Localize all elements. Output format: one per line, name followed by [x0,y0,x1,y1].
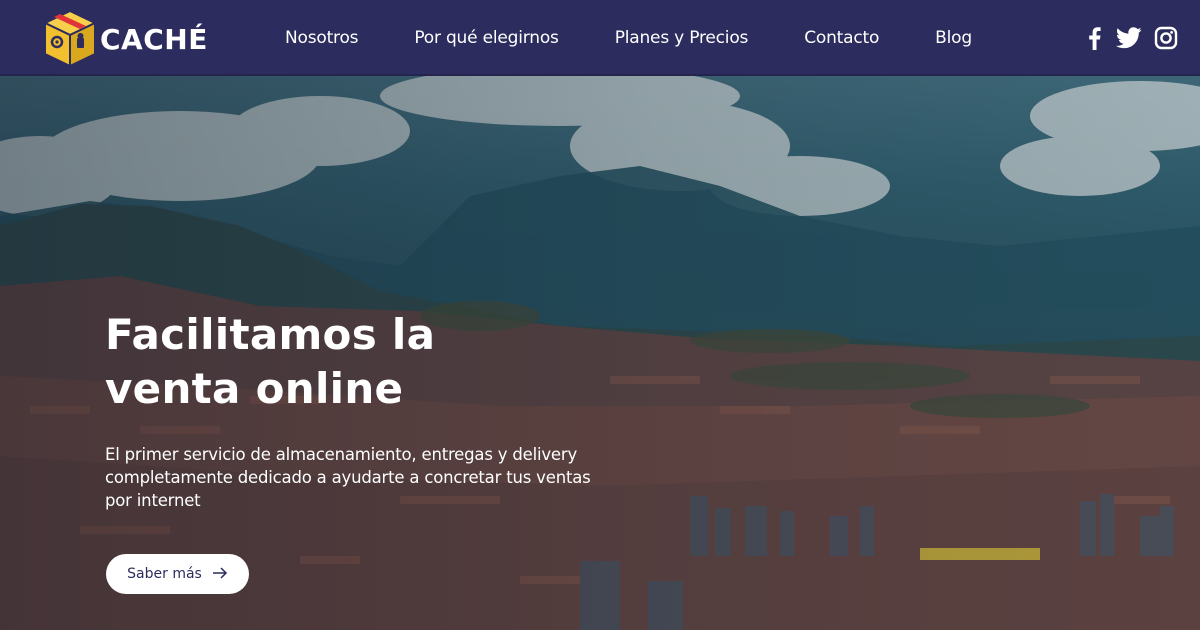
hero-title-line-1: Facilitamos la [105,310,436,359]
nav-item-nosotros[interactable]: Nosotros [285,28,359,48]
box-logo-icon [42,8,98,70]
top-navbar: CACHÉ Nosotros Por qué elegirnos Planes … [0,0,1200,76]
nav-item-blog[interactable]: Blog [935,28,972,48]
twitter-icon[interactable] [1115,27,1142,54]
main-nav: Nosotros Por qué elegirnos Planes y Prec… [285,0,1028,76]
social-links [1084,26,1178,55]
hero-title: Facilitamos la venta online [105,308,525,416]
hero-subtitle: El primer servicio de almacenamiento, en… [105,445,591,510]
brand-logo[interactable]: CACHÉ [42,8,208,70]
arrow-right-icon [212,566,228,582]
saber-mas-button[interactable]: Saber más [106,554,249,594]
hero-section: Facilitamos la venta online El primer se… [0,76,1200,630]
nav-item-por-que-elegirnos[interactable]: Por qué elegirnos [414,28,559,48]
brand-name: CACHÉ [100,22,208,56]
saber-mas-label: Saber más [127,566,202,582]
nav-item-contacto[interactable]: Contacto [804,28,879,48]
hero-title-line-2: venta online [105,364,404,413]
nav-item-planes-precios[interactable]: Planes y Precios [615,28,749,48]
instagram-icon[interactable] [1154,26,1178,55]
facebook-icon[interactable] [1084,26,1104,55]
